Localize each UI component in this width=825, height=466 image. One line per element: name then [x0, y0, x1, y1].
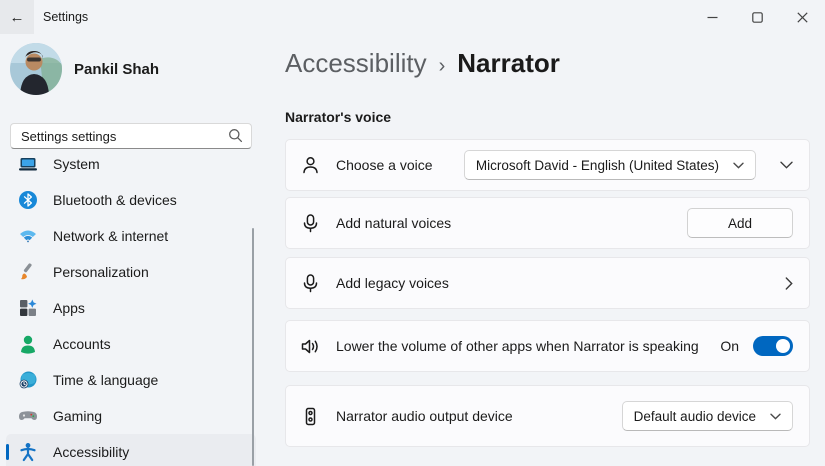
section-title: Narrator's voice — [285, 109, 810, 125]
window-controls — [690, 0, 825, 34]
chevron-down-icon — [770, 413, 781, 420]
back-arrow-icon: ← — [10, 9, 25, 26]
minimize-button[interactable] — [690, 0, 735, 34]
apps-icon — [18, 298, 38, 318]
sidebar-item-network[interactable]: Network & internet — [6, 218, 256, 254]
person-icon — [300, 155, 326, 176]
avatar — [10, 43, 62, 95]
sidebar-item-label: Apps — [53, 300, 85, 316]
sidebar-item-accessibility[interactable]: Accessibility — [6, 434, 256, 466]
audio-output-icon — [300, 406, 326, 427]
card-audio-output: Narrator audio output device Default aud… — [285, 385, 810, 447]
card-add-legacy-voices[interactable]: Add legacy voices — [285, 257, 810, 309]
expand-button[interactable] — [780, 161, 793, 169]
personalization-icon — [18, 262, 38, 282]
setting-label: Lower the volume of other apps when Narr… — [326, 338, 720, 354]
chevron-down-icon — [780, 161, 793, 169]
search-icon — [228, 128, 243, 143]
card-choose-voice: Choose a voice Microsoft David - English… — [285, 139, 810, 191]
lower-volume-toggle[interactable] — [753, 336, 793, 356]
selection-indicator — [6, 444, 9, 460]
system-icon — [18, 155, 38, 174]
sidebar-item-system[interactable]: System — [6, 155, 256, 182]
sidebar-item-label: Accounts — [53, 336, 111, 352]
sidebar-item-bluetooth[interactable]: Bluetooth & devices — [6, 182, 256, 218]
sidebar-item-personalization[interactable]: Personalization — [6, 254, 256, 290]
audio-output-dropdown[interactable]: Default audio device — [622, 401, 793, 431]
network-icon — [18, 226, 38, 246]
sidebar-item-accounts[interactable]: Accounts — [6, 326, 256, 362]
microphone-icon — [300, 273, 326, 294]
accounts-icon — [18, 334, 38, 354]
setting-label: Add legacy voices — [326, 275, 785, 291]
searchbox — [10, 123, 252, 149]
setting-label: Add natural voices — [326, 215, 687, 231]
gaming-icon — [18, 406, 38, 426]
close-icon — [797, 12, 808, 23]
breadcrumb-chevron-icon: › — [439, 55, 446, 78]
accessibility-icon — [18, 442, 38, 462]
sidebar-nav: System Bluetooth & devices — [0, 155, 262, 466]
window-title: Settings — [43, 10, 88, 24]
chevron-down-icon — [733, 162, 744, 169]
settings-cards: Choose a voice Microsoft David - English… — [285, 139, 810, 447]
sidebar-item-label: Time & language — [53, 372, 158, 388]
sidebar-item-label: Bluetooth & devices — [53, 192, 177, 208]
settings-window: ← Settings — [0, 0, 825, 466]
search-input[interactable] — [10, 123, 252, 149]
main-content: Accessibility › Narrator Narrator's voic… — [285, 34, 810, 447]
voice-dropdown-value: Microsoft David - English (United States… — [476, 158, 719, 173]
minimize-icon — [707, 12, 718, 23]
sidebar-item-label: Accessibility — [53, 444, 129, 460]
microphone-icon — [300, 213, 326, 234]
toggle-knob — [776, 339, 790, 353]
sidebar-item-label: Gaming — [53, 408, 102, 424]
setting-label: Narrator audio output device — [326, 408, 622, 424]
speaker-icon — [300, 336, 326, 357]
add-button[interactable]: Add — [687, 208, 793, 238]
sidebar: Pankil Shah System — [0, 34, 262, 466]
time-language-icon — [18, 370, 38, 390]
audio-output-value: Default audio device — [634, 409, 756, 424]
breadcrumb-accessibility[interactable]: Accessibility — [285, 48, 427, 79]
toggle-state-label: On — [720, 338, 739, 354]
card-lower-volume: Lower the volume of other apps when Narr… — [285, 320, 810, 372]
setting-label: Choose a voice — [326, 157, 464, 173]
toggle-group: On — [720, 336, 793, 356]
chevron-right-icon — [785, 277, 793, 290]
profile[interactable]: Pankil Shah — [10, 43, 252, 95]
titlebar: ← Settings — [0, 0, 825, 34]
maximize-button[interactable] — [735, 0, 780, 34]
sidebar-item-time-language[interactable]: Time & language — [6, 362, 256, 398]
sidebar-scrollbar[interactable] — [252, 228, 254, 466]
breadcrumb: Accessibility › Narrator — [285, 48, 810, 79]
bluetooth-icon — [18, 190, 38, 210]
profile-name: Pankil Shah — [74, 61, 159, 78]
back-button[interactable]: ← — [0, 0, 34, 34]
sidebar-item-label: System — [53, 156, 100, 172]
sidebar-item-label: Network & internet — [53, 228, 168, 244]
sidebar-item-apps[interactable]: Apps — [6, 290, 256, 326]
voice-dropdown[interactable]: Microsoft David - English (United States… — [464, 150, 756, 180]
sidebar-item-gaming[interactable]: Gaming — [6, 398, 256, 434]
page-title: Narrator — [457, 48, 560, 79]
sidebar-item-label: Personalization — [53, 264, 149, 280]
maximize-icon — [752, 12, 763, 23]
card-add-natural-voices: Add natural voices Add — [285, 197, 810, 249]
close-button[interactable] — [780, 0, 825, 34]
